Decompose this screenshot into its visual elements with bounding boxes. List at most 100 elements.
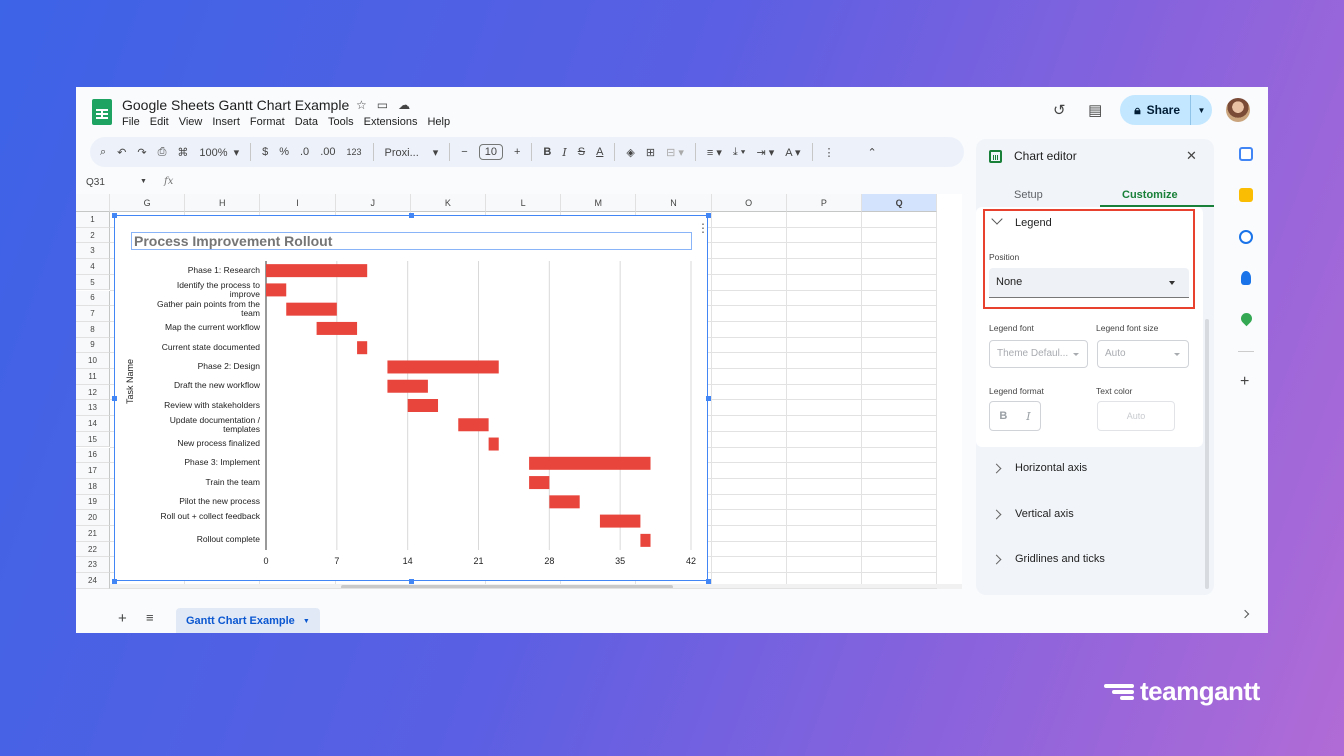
row-header[interactable]: 12: [76, 384, 110, 401]
decrease-decimal-button[interactable]: .0: [300, 146, 309, 158]
undo-icon[interactable]: ↶: [117, 146, 126, 159]
column-header[interactable]: L: [486, 194, 562, 212]
row-header[interactable]: 17: [76, 463, 110, 479]
font-select[interactable]: Proxi... ▾: [385, 146, 439, 159]
row-header[interactable]: 19: [76, 494, 110, 511]
gantt-bar[interactable]: [407, 399, 439, 412]
row-header[interactable]: 21: [76, 526, 110, 542]
menu-item-data[interactable]: Data: [295, 116, 318, 128]
paint-format-icon[interactable]: ⌘: [177, 146, 188, 159]
gantt-bar[interactable]: [529, 476, 550, 490]
gantt-bar[interactable]: [640, 533, 651, 547]
column-header[interactable]: O: [711, 194, 787, 212]
menu-item-edit[interactable]: Edit: [150, 116, 169, 128]
gantt-bar[interactable]: [387, 379, 428, 393]
currency-button[interactable]: $: [262, 146, 268, 158]
resize-handle[interactable]: [706, 579, 711, 584]
text-color-select[interactable]: Auto: [1097, 401, 1175, 431]
gantt-bar[interactable]: [286, 302, 337, 316]
sheet-tab-active[interactable]: Gantt Chart Example ▼: [176, 608, 320, 633]
section-vertical-axis[interactable]: Vertical axis: [976, 495, 1203, 535]
menu-item-insert[interactable]: Insert: [212, 116, 240, 128]
chart-menu-icon[interactable]: ⋮: [697, 221, 709, 235]
gantt-chart[interactable]: Process Improvement Rollout ⋮ Task Name …: [112, 213, 711, 584]
row-header[interactable]: 10: [76, 353, 110, 369]
column-header[interactable]: G: [110, 194, 186, 212]
row-header[interactable]: 22: [76, 541, 110, 558]
comments-icon[interactable]: ▤: [1084, 99, 1106, 121]
section-horizontal-axis[interactable]: Horizontal axis: [976, 449, 1203, 489]
tab-setup[interactable]: Setup: [1014, 189, 1043, 201]
gantt-bar[interactable]: [549, 495, 580, 509]
legend-font-select[interactable]: Theme Defaul...: [989, 340, 1088, 368]
sheets-logo-icon[interactable]: [92, 99, 112, 125]
column-header[interactable]: M: [561, 194, 637, 212]
gantt-bar[interactable]: [316, 321, 358, 335]
chevron-right-icon[interactable]: [1240, 609, 1250, 619]
column-header[interactable]: P: [786, 194, 862, 212]
row-header[interactable]: 6: [76, 290, 110, 307]
column-header[interactable]: N: [636, 194, 712, 212]
close-icon[interactable]: ✕: [1186, 148, 1197, 164]
column-header[interactable]: J: [335, 194, 411, 212]
maps-icon[interactable]: [1238, 310, 1255, 327]
resize-handle[interactable]: [706, 213, 711, 218]
contacts-icon[interactable]: [1241, 271, 1251, 285]
row-header[interactable]: 18: [76, 478, 110, 495]
star-icon[interactable]: ☆: [356, 98, 367, 112]
bold-icon[interactable]: B: [543, 146, 551, 158]
row-header[interactable]: 15: [76, 431, 110, 448]
gantt-bar[interactable]: [266, 264, 368, 278]
menu-item-tools[interactable]: Tools: [328, 116, 354, 128]
legend-font-size-select[interactable]: Auto: [1097, 340, 1189, 368]
gantt-bar[interactable]: [599, 514, 641, 528]
search-menus-icon[interactable]: ⌕: [100, 146, 106, 159]
add-app-icon[interactable]: +: [1240, 373, 1249, 391]
percent-button[interactable]: %: [279, 146, 289, 158]
zoom-select[interactable]: 100% ▾: [199, 146, 239, 159]
resize-handle[interactable]: [409, 213, 414, 218]
column-header[interactable]: H: [185, 194, 261, 212]
chart-title[interactable]: Process Improvement Rollout: [131, 232, 692, 250]
resize-handle[interactable]: [112, 213, 117, 218]
gantt-bar[interactable]: [458, 418, 489, 432]
vertical-align-icon[interactable]: ⤓ ▾: [733, 146, 746, 159]
row-header[interactable]: 16: [76, 447, 110, 464]
increase-decimal-button[interactable]: .00: [320, 146, 335, 158]
row-header[interactable]: 20: [76, 510, 110, 526]
merge-cells-icon[interactable]: ⊟ ▾: [666, 146, 684, 159]
row-header[interactable]: 2: [76, 227, 110, 244]
row-header[interactable]: 7: [76, 306, 110, 322]
fill-color-icon[interactable]: ◈: [626, 146, 634, 159]
section-gridlines-ticks[interactable]: Gridlines and ticks: [976, 540, 1203, 580]
document-title[interactable]: Google Sheets Gantt Chart Example: [122, 97, 349, 113]
bold-button[interactable]: B: [999, 410, 1007, 422]
move-folder-icon[interactable]: ▭: [377, 98, 388, 112]
text-wrap-icon[interactable]: ⇥ ▾: [756, 146, 774, 159]
avatar[interactable]: [1226, 98, 1250, 122]
tab-customize[interactable]: Customize: [1122, 189, 1178, 201]
menu-item-extensions[interactable]: Extensions: [364, 116, 418, 128]
row-header[interactable]: 14: [76, 416, 110, 432]
font-size-decrease-icon[interactable]: −: [461, 146, 467, 158]
italic-icon[interactable]: I: [562, 146, 566, 159]
row-header[interactable]: 8: [76, 321, 110, 338]
name-box-dropdown-icon[interactable]: ▼: [140, 178, 147, 185]
version-history-icon[interactable]: ↺: [1048, 99, 1070, 121]
redo-icon[interactable]: ↷: [137, 146, 146, 159]
add-sheet-icon[interactable]: +: [118, 610, 127, 627]
menu-item-format[interactable]: Format: [250, 116, 285, 128]
gantt-bar[interactable]: [357, 341, 368, 355]
row-header[interactable]: 3: [76, 243, 110, 260]
gantt-bar[interactable]: [488, 437, 499, 451]
row-header[interactable]: 23: [76, 557, 110, 574]
text-rotation-icon[interactable]: A ▾: [785, 146, 800, 159]
row-header[interactable]: 13: [76, 400, 110, 417]
name-box[interactable]: Q31: [86, 177, 105, 188]
menu-item-view[interactable]: View: [179, 116, 203, 128]
menu-item-help[interactable]: Help: [427, 116, 450, 128]
font-size-increase-icon[interactable]: +: [514, 146, 520, 158]
font-size-input[interactable]: 10: [478, 144, 503, 160]
row-header[interactable]: 1: [76, 212, 110, 228]
text-color-icon[interactable]: A: [596, 146, 603, 158]
